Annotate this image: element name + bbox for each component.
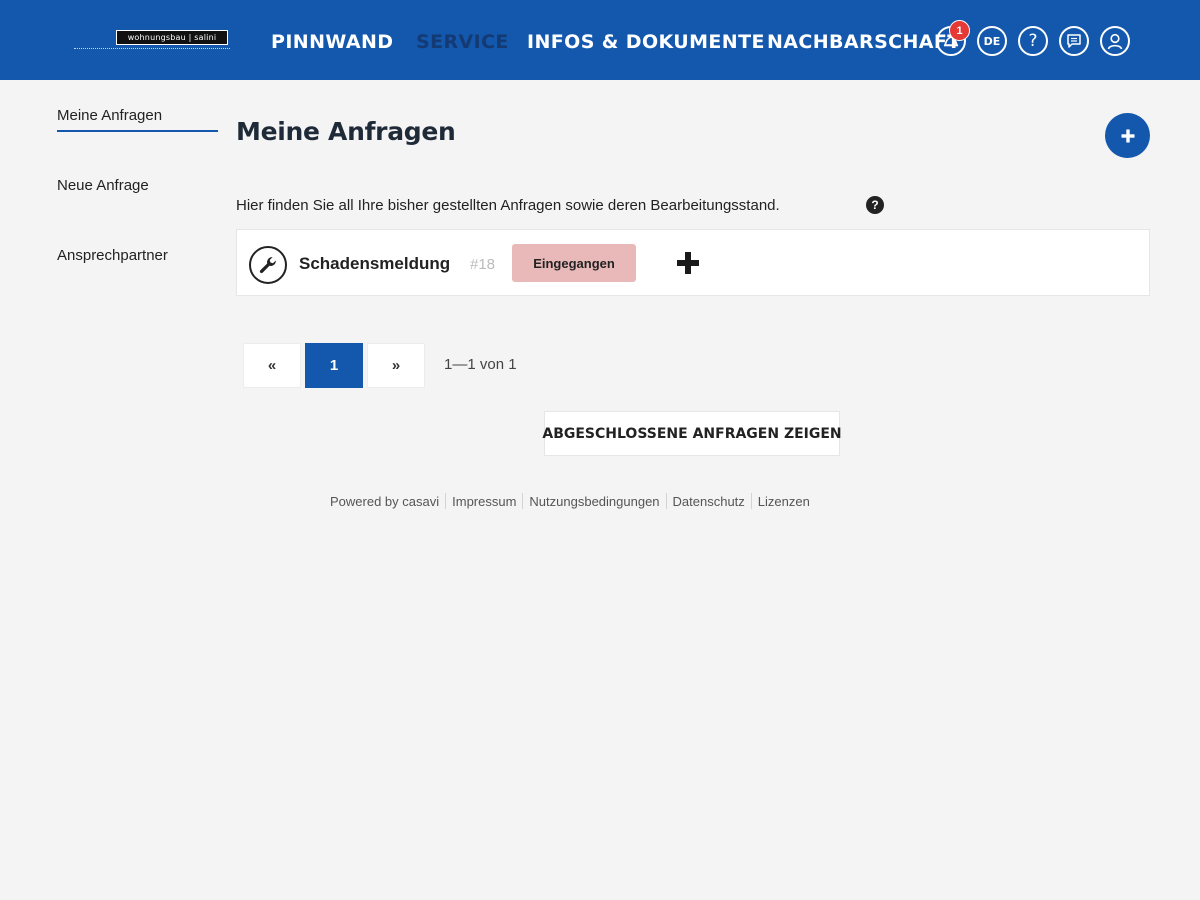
footer-link-powered-by[interactable]: Powered by casavi <box>330 494 439 509</box>
profile-button[interactable] <box>1100 26 1130 56</box>
sidebar-item-ansprechpartner[interactable]: Ansprechpartner <box>57 247 168 264</box>
footer-link-datenschutz[interactable]: Datenschutz <box>673 494 745 509</box>
nav-pinnwand[interactable]: PINNWAND <box>271 28 393 56</box>
page-title: Meine Anfragen <box>236 117 456 146</box>
footer: Powered by casavi Impressum Nutzungsbedi… <box>330 491 810 511</box>
pagination-info: 1—1 von 1 <box>444 356 517 373</box>
messages-button[interactable] <box>1059 26 1089 56</box>
sidebar-item-neue-anfrage[interactable]: Neue Anfrage <box>57 177 149 194</box>
wrench-icon <box>249 246 287 284</box>
help-button[interactable]: ? <box>1018 26 1048 56</box>
plus-icon <box>1121 129 1134 142</box>
header-bar: wohnungsbau | salini PINNWAND SERVICE IN… <box>0 0 1200 80</box>
pagination-prev-button[interactable]: « <box>243 343 301 388</box>
footer-link-lizenzen[interactable]: Lizenzen <box>758 494 810 509</box>
footer-separator <box>522 493 524 509</box>
footer-link-impressum[interactable]: Impressum <box>452 494 516 509</box>
show-closed-requests-button[interactable]: ABGESCHLOSSENE ANFRAGEN ZEIGEN <box>542 411 842 456</box>
footer-separator <box>750 493 752 509</box>
language-button[interactable]: DE <box>977 26 1007 56</box>
expand-plus-icon[interactable] <box>675 250 701 276</box>
notifications-count-badge: 1 <box>949 20 970 41</box>
pagination-next-button[interactable]: » <box>367 343 425 388</box>
footer-separator <box>665 493 667 509</box>
nav-nachbarschaft[interactable]: NACHBARSCHAFT <box>767 28 961 56</box>
nav-service[interactable]: SERVICE <box>416 28 509 56</box>
status-badge: Eingegangen <box>512 244 636 282</box>
help-icon[interactable]: ? <box>866 196 884 214</box>
pagination-page-1[interactable]: 1 <box>305 343 363 388</box>
question-mark-icon: ? <box>1028 30 1038 51</box>
request-card[interactable]: Schadensmeldung #18 Eingegangen <box>236 229 1150 296</box>
nav-infos-dokumente[interactable]: INFOS & DOKUMENTE <box>527 28 765 56</box>
logo-tagline-line <box>74 48 230 50</box>
request-title: Schadensmeldung <box>299 254 451 273</box>
language-label: DE <box>983 34 1001 48</box>
chat-icon <box>1067 34 1081 48</box>
sidebar-active-indicator <box>57 130 218 132</box>
request-number: #18 <box>470 256 496 273</box>
logo-text: wohnungsbau | salini <box>116 30 228 45</box>
footer-link-nutzungsbedingungen[interactable]: Nutzungsbedingungen <box>529 494 659 509</box>
intro-text: Hier finden Sie all Ihre bisher gestellt… <box>236 197 780 214</box>
sidebar-item-meine-anfragen[interactable]: Meine Anfragen <box>57 107 162 124</box>
footer-separator <box>445 493 447 509</box>
company-logo[interactable]: wohnungsbau | salini <box>74 30 230 54</box>
add-request-button[interactable] <box>1105 113 1150 158</box>
user-icon <box>1107 33 1123 49</box>
